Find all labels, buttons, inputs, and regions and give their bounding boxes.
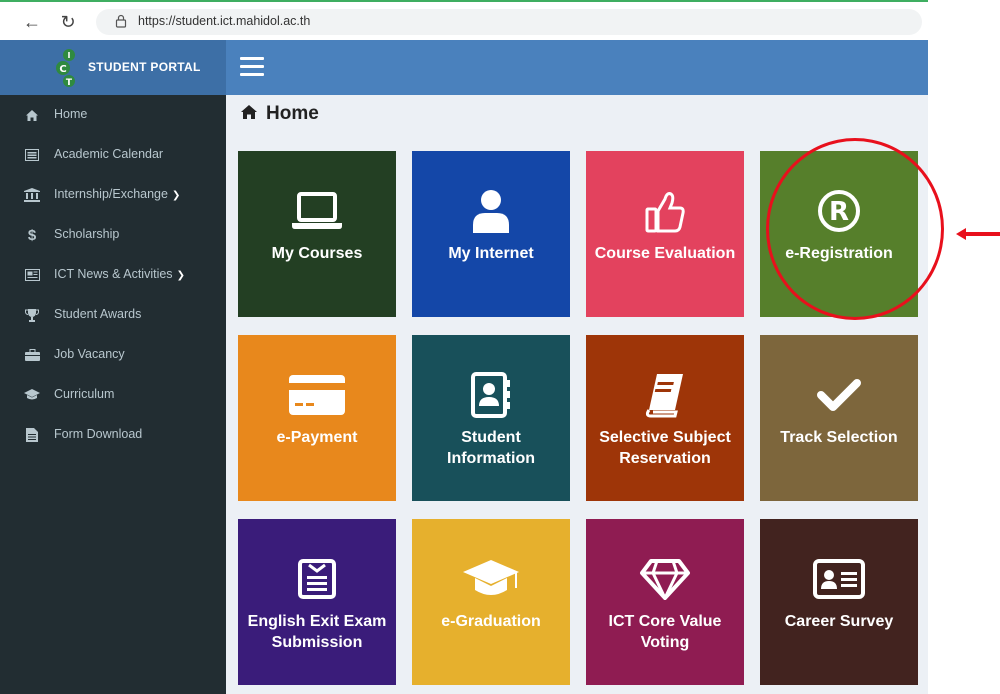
user-icon bbox=[461, 185, 521, 237]
trophy-icon bbox=[24, 307, 40, 323]
sidebar-item-internship-exchange[interactable]: Internship/Exchange ❯ bbox=[0, 175, 226, 215]
tile-e-payment[interactable]: e-Payment bbox=[238, 335, 396, 501]
tile-label: Track Selection bbox=[780, 429, 898, 446]
tile-track-selection[interactable]: Track Selection bbox=[760, 335, 918, 501]
browser-toolbar: ← ↻ https://student.ict.mahidol.ac.th bbox=[0, 0, 928, 40]
tile-ict-core-value-voting[interactable]: ICT Core Value Voting bbox=[586, 519, 744, 685]
check-icon bbox=[809, 369, 869, 421]
svg-text:T: T bbox=[66, 78, 73, 88]
sidebar-item-label: Job Vacancy bbox=[54, 347, 125, 361]
tile-career-survey[interactable]: Career Survey bbox=[760, 519, 918, 685]
tile-english-exit-exam-submission[interactable]: English Exit Exam Submission bbox=[238, 519, 396, 685]
address-book-icon bbox=[461, 369, 521, 421]
tile-my-internet[interactable]: My Internet bbox=[412, 151, 570, 317]
sidebar-item-home[interactable]: Home bbox=[0, 95, 226, 135]
book-icon bbox=[635, 369, 695, 421]
id-card-icon bbox=[809, 553, 869, 605]
sidebar-item-job-vacancy[interactable]: Job Vacancy bbox=[0, 335, 226, 375]
briefcase-icon bbox=[24, 347, 40, 363]
tile-course-evaluation[interactable]: Course Evaluation bbox=[586, 151, 744, 317]
tile-student-information[interactable]: Student Information bbox=[412, 335, 570, 501]
page-title: Home bbox=[240, 103, 319, 125]
laptop-icon bbox=[287, 185, 347, 237]
home-icon bbox=[241, 105, 257, 119]
sidebar-item-label: ICT News & Activities ❯ bbox=[54, 267, 185, 281]
app-header: C T I STUDENT PORTAL bbox=[0, 40, 928, 95]
dollar-icon: $ bbox=[27, 226, 37, 244]
arrow-left-icon bbox=[956, 228, 1000, 240]
sidebar-item-student-awards[interactable]: Student Awards bbox=[0, 295, 226, 335]
tile-label: Student Information bbox=[447, 429, 535, 467]
tile-label: My Courses bbox=[271, 245, 363, 262]
highlight-circle bbox=[766, 138, 944, 320]
tile-label: e-Payment bbox=[276, 429, 358, 446]
chevron-down-icon: ❯ bbox=[176, 270, 185, 281]
svg-text:I: I bbox=[68, 51, 71, 60]
newspaper-icon bbox=[24, 267, 40, 283]
sidebar-item-form-download[interactable]: Form Download bbox=[0, 415, 226, 455]
graduation-cap-icon bbox=[24, 387, 40, 403]
graduation-cap-icon bbox=[461, 553, 521, 605]
back-arrow-icon[interactable]: ← bbox=[22, 12, 42, 32]
lock-icon bbox=[115, 14, 127, 28]
url-text: https://student.ict.mahidol.ac.th bbox=[138, 14, 311, 28]
tile-selective-subject-reservation[interactable]: Selective Subject Reservation bbox=[586, 335, 744, 501]
sidebar-item-scholarship[interactable]: $ Scholarship bbox=[0, 215, 226, 255]
tile-label: e-Graduation bbox=[441, 613, 541, 630]
tile-label: ICT Core Value Voting bbox=[608, 613, 722, 651]
tile-label: Course Evaluation bbox=[594, 245, 736, 262]
tile-e-graduation[interactable]: e-Graduation bbox=[412, 519, 570, 685]
calendar-list-icon bbox=[24, 147, 40, 163]
diamond-icon bbox=[635, 553, 695, 605]
sidebar-item-label: Curriculum bbox=[54, 387, 115, 401]
menu-toggle-icon[interactable] bbox=[240, 57, 264, 77]
tile-label: My Internet bbox=[448, 245, 534, 262]
brand[interactable]: C T I STUDENT PORTAL bbox=[0, 40, 226, 95]
sidebar: Home Academic Calendar Internship/Exchan… bbox=[0, 95, 226, 694]
sidebar-item-label: Internship/Exchange ❯ bbox=[54, 187, 181, 201]
tile-my-courses[interactable]: My Courses bbox=[238, 151, 396, 317]
sidebar-item-ict-news[interactable]: ICT News & Activities ❯ bbox=[0, 255, 226, 295]
reload-icon[interactable]: ↻ bbox=[58, 12, 78, 32]
file-icon bbox=[24, 427, 40, 443]
chevron-down-icon: ❯ bbox=[171, 190, 181, 201]
institution-icon bbox=[24, 187, 40, 203]
tile-label: Career Survey bbox=[784, 613, 894, 630]
tile-label: English Exit Exam Submission bbox=[247, 613, 387, 651]
ict-logo-icon: C T I bbox=[56, 49, 75, 88]
sidebar-item-label: Home bbox=[54, 107, 88, 121]
tile-label: Selective Subject Reservation bbox=[599, 429, 731, 467]
sidebar-item-label: Student Awards bbox=[54, 307, 142, 321]
brand-title: STUDENT PORTAL bbox=[88, 60, 201, 74]
sidebar-item-academic-calendar[interactable]: Academic Calendar bbox=[0, 135, 226, 175]
home-icon bbox=[24, 107, 40, 123]
thumbs-up-icon bbox=[635, 185, 695, 237]
sidebar-item-curriculum[interactable]: Curriculum bbox=[0, 375, 226, 415]
sidebar-item-label: Form Download bbox=[54, 427, 143, 441]
address-bar[interactable]: https://student.ict.mahidol.ac.th bbox=[96, 9, 922, 35]
sidebar-item-label: Academic Calendar bbox=[54, 147, 164, 161]
sidebar-item-label: Scholarship bbox=[54, 227, 120, 241]
svg-text:C: C bbox=[59, 64, 66, 75]
form-icon bbox=[287, 553, 347, 605]
credit-card-icon bbox=[287, 369, 347, 421]
